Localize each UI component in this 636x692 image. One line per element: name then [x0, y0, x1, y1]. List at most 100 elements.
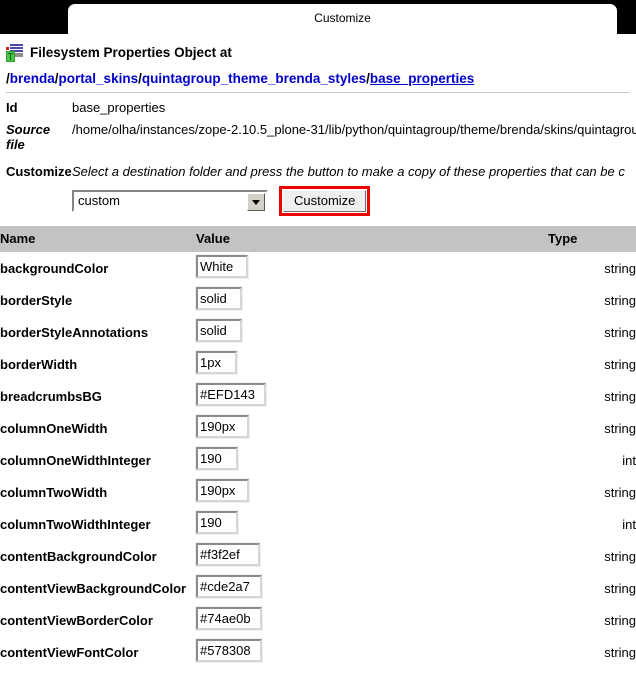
- property-value-cell: solid: [195, 316, 548, 348]
- property-value-input[interactable]: #f3f2ef: [195, 542, 261, 567]
- browser-tab-title: Customize: [314, 11, 371, 25]
- property-value-input[interactable]: 1px: [195, 350, 238, 375]
- breadcrumb-item-portal-skins[interactable]: portal_skins: [59, 71, 139, 86]
- property-type: int: [548, 444, 636, 476]
- property-value-input[interactable]: 190px: [195, 414, 250, 439]
- property-value-cell: #74ae0b: [195, 604, 548, 636]
- object-title: Filesystem Properties Object at: [30, 45, 232, 60]
- property-value-input[interactable]: #578308: [195, 638, 263, 663]
- property-name: columnOneWidth: [0, 412, 196, 444]
- property-value-cell: 190px: [195, 476, 548, 508]
- table-row: columnOneWidth 190px string: [0, 412, 636, 444]
- property-name: columnTwoWidth: [0, 476, 196, 508]
- table-row: borderWidth 1px string: [0, 348, 636, 380]
- properties-table-body: backgroundColor White string borderStyle sol…: [0, 252, 636, 668]
- property-type: int: [548, 508, 636, 540]
- property-type: string: [548, 380, 636, 412]
- property-value-cell: 190: [195, 508, 548, 540]
- destination-folder-select-value: custom: [78, 193, 120, 208]
- property-value-cell: 1px: [195, 348, 548, 380]
- property-value-input[interactable]: solid: [195, 286, 243, 311]
- object-info-list: Id base_properties Source file /home/olh…: [0, 93, 636, 156]
- filesystem-properties-icon: [6, 43, 24, 62]
- property-type: string: [548, 604, 636, 636]
- table-row: columnOneWidthInteger 190 int: [0, 444, 636, 476]
- info-row-source-file: Source file /home/olha/instances/zope-2.…: [6, 119, 636, 156]
- table-row: breadcrumbsBG #EFD143 string: [0, 380, 636, 412]
- table-row: contentViewBackgroundColor #cde2a7 string: [0, 572, 636, 604]
- property-value-input[interactable]: 190: [195, 510, 239, 535]
- breadcrumb-item-quintagroup-theme-brenda-styles[interactable]: quintagroup_theme_brenda_styles: [142, 71, 366, 86]
- property-name: columnOneWidthInteger: [0, 444, 196, 476]
- destination-folder-select[interactable]: custom: [71, 189, 269, 213]
- source-file-label: Source file: [6, 122, 51, 152]
- property-type: string: [548, 540, 636, 572]
- column-header-name[interactable]: Name: [0, 226, 196, 252]
- property-type: string: [548, 476, 636, 508]
- id-value: base_properties: [72, 100, 166, 115]
- property-value-cell: 190px: [195, 412, 548, 444]
- property-value-cell: solid: [195, 284, 548, 316]
- property-name: borderStyle: [0, 284, 196, 316]
- property-value-input[interactable]: 190: [195, 446, 239, 471]
- customize-description-text: Select a destination folder and press th…: [72, 164, 625, 179]
- info-row-id: Id base_properties: [6, 97, 636, 119]
- property-type: string: [548, 412, 636, 444]
- customize-form: custom Customize: [0, 179, 636, 216]
- property-type: string: [548, 636, 636, 668]
- property-type: string: [548, 348, 636, 380]
- table-row: backgroundColor White string: [0, 252, 636, 284]
- table-row: contentBackgroundColor #f3f2ef string: [0, 540, 636, 572]
- property-name: backgroundColor: [0, 252, 196, 284]
- property-value-cell: 190: [195, 444, 548, 476]
- table-row: columnTwoWidthInteger 190 int: [0, 508, 636, 540]
- property-value-input[interactable]: #74ae0b: [195, 606, 263, 631]
- property-type: string: [548, 316, 636, 348]
- table-row: borderStyleAnnotations solid string: [0, 316, 636, 348]
- property-value-input[interactable]: 190px: [195, 478, 250, 503]
- property-name: columnTwoWidthInteger: [0, 508, 196, 540]
- property-name: contentViewBackgroundColor: [0, 572, 196, 604]
- table-row: borderStyle solid string: [0, 284, 636, 316]
- customize-button[interactable]: Customize: [283, 190, 367, 212]
- breadcrumb: /brenda/portal_skins/quintagroup_theme_b…: [6, 71, 630, 92]
- property-name: borderWidth: [0, 348, 196, 380]
- browser-tab-bar: Customize: [0, 0, 636, 34]
- breadcrumb-item-brenda[interactable]: brenda: [10, 71, 55, 86]
- column-header-type[interactable]: Type: [548, 226, 636, 252]
- table-row: contentViewFontColor #578308 string: [0, 636, 636, 668]
- property-value-input[interactable]: #EFD143: [195, 382, 267, 407]
- browser-tab-customize[interactable]: Customize: [68, 4, 617, 34]
- property-value-cell: #cde2a7: [195, 572, 548, 604]
- property-name: breadcrumbsBG: [0, 380, 196, 412]
- property-name: borderStyleAnnotations: [0, 316, 196, 348]
- property-type: string: [548, 284, 636, 316]
- properties-table-head: Name Value Type: [0, 226, 636, 252]
- customize-button-highlight: Customize: [279, 186, 371, 216]
- property-type: string: [548, 572, 636, 604]
- property-value-cell: White: [195, 252, 548, 284]
- property-value-input[interactable]: solid: [195, 318, 243, 343]
- breadcrumb-item-base-properties[interactable]: base_properties: [370, 71, 474, 86]
- property-name: contentViewFontColor: [0, 636, 196, 668]
- object-title-line: Filesystem Properties Object at: [6, 43, 630, 71]
- property-value-input[interactable]: #cde2a7: [195, 574, 263, 599]
- source-file-value: /home/olha/instances/zope-2.10.5_plone-3…: [72, 122, 636, 137]
- property-value-cell: #f3f2ef: [195, 540, 548, 572]
- customize-description: Select a destination folder and press th…: [72, 164, 636, 179]
- table-row: columnTwoWidth 190px string: [0, 476, 636, 508]
- property-value-cell: #EFD143: [195, 380, 548, 412]
- customize-label: Customize: [6, 164, 72, 179]
- page-header: Filesystem Properties Object at /brenda/…: [0, 34, 636, 93]
- chevron-down-icon[interactable]: [247, 193, 265, 211]
- table-row: contentViewBorderColor #74ae0b string: [0, 604, 636, 636]
- property-name: contentViewBorderColor: [0, 604, 196, 636]
- column-header-value[interactable]: Value: [196, 226, 548, 252]
- info-row-customize: Customize Select a destination folder an…: [0, 156, 636, 179]
- property-value-input[interactable]: White: [195, 254, 249, 279]
- properties-table: Name Value Type backgroundColor White stri…: [0, 226, 636, 668]
- property-name: contentBackgroundColor: [0, 540, 196, 572]
- id-label: Id: [6, 100, 18, 115]
- property-value-cell: #578308: [195, 636, 548, 668]
- properties-table-header-row: Name Value Type: [0, 226, 636, 252]
